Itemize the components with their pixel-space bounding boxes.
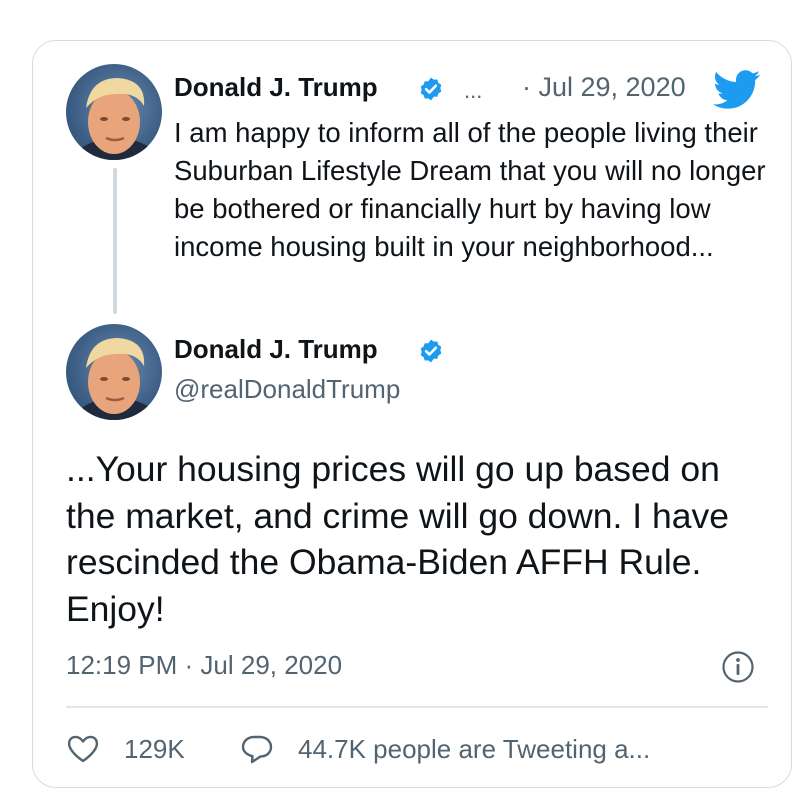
reply-link[interactable]: 44.7K people are Tweeting a... [298,734,650,765]
main-tweet-text: ...Your housing prices will go up based … [66,449,729,629]
like-count[interactable]: 129K [124,734,185,765]
main-author-name[interactable]: Donald J. Trump [174,334,378,365]
action-divider [66,706,768,708]
more-options[interactable]: ... [464,78,482,104]
speech-bubble-icon[interactable] [240,733,274,765]
avatar-portrait [71,78,161,160]
info-icon[interactable] [721,650,755,684]
avatar-portrait [71,338,161,420]
twitter-bird-icon[interactable] [712,70,762,110]
tweet-timestamp[interactable]: 12:19 PM · Jul 29, 2020 [66,650,342,681]
heart-icon[interactable] [66,733,100,765]
author-avatar[interactable] [66,324,162,420]
author-handle[interactable]: @realDonaldTrump [174,374,400,405]
verified-badge-icon [420,339,442,363]
thread-author-name[interactable]: Donald J. Trump [174,72,378,103]
verified-badge-icon [420,77,442,101]
thread-tweet-text: I am happy to inform all of the people l… [174,117,766,262]
author-avatar[interactable] [66,64,162,160]
thread-connector-line [113,168,117,314]
thread-tweet-date[interactable]: · Jul 29, 2020 [522,72,686,103]
